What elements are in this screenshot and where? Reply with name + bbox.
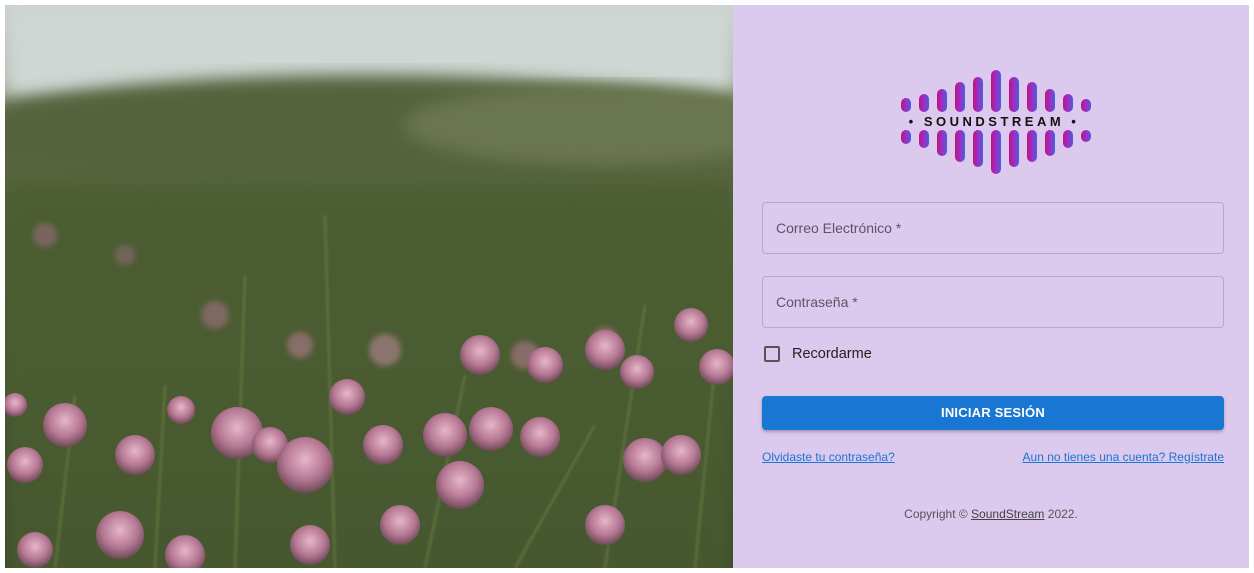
logo-text: • SOUNDSTREAM • bbox=[909, 114, 1080, 129]
password-field[interactable]: Contraseña * bbox=[762, 276, 1224, 328]
copyright: Copyright © SoundStream 2022. bbox=[733, 507, 1249, 521]
soundstream-logo: • SOUNDSTREAM • bbox=[901, 70, 1091, 174]
remember-checkbox[interactable] bbox=[764, 346, 780, 362]
email-field-label: Correo Electrónico * bbox=[776, 220, 902, 236]
background-photo bbox=[5, 5, 733, 568]
copyright-suffix: 2022. bbox=[1044, 507, 1078, 521]
remember-label: Recordarme bbox=[792, 346, 872, 362]
login-panel: • SOUNDSTREAM • Correo Electrónico * Con… bbox=[733, 5, 1249, 568]
clover-field-illustration bbox=[5, 5, 733, 568]
password-field-label: Contraseña * bbox=[776, 294, 858, 310]
email-field[interactable]: Correo Electrónico * bbox=[762, 202, 1224, 254]
login-button[interactable]: INICIAR SESIÓN bbox=[762, 396, 1224, 430]
copyright-brand-link[interactable]: SoundStream bbox=[971, 507, 1044, 521]
register-link[interactable]: Aun no tienes una cuenta? Regístrate bbox=[1023, 450, 1224, 464]
remember-me[interactable]: Recordarme bbox=[764, 346, 872, 362]
forgot-password-link[interactable]: Olvidaste tu contraseña? bbox=[762, 450, 895, 464]
copyright-prefix: Copyright © bbox=[904, 507, 972, 521]
